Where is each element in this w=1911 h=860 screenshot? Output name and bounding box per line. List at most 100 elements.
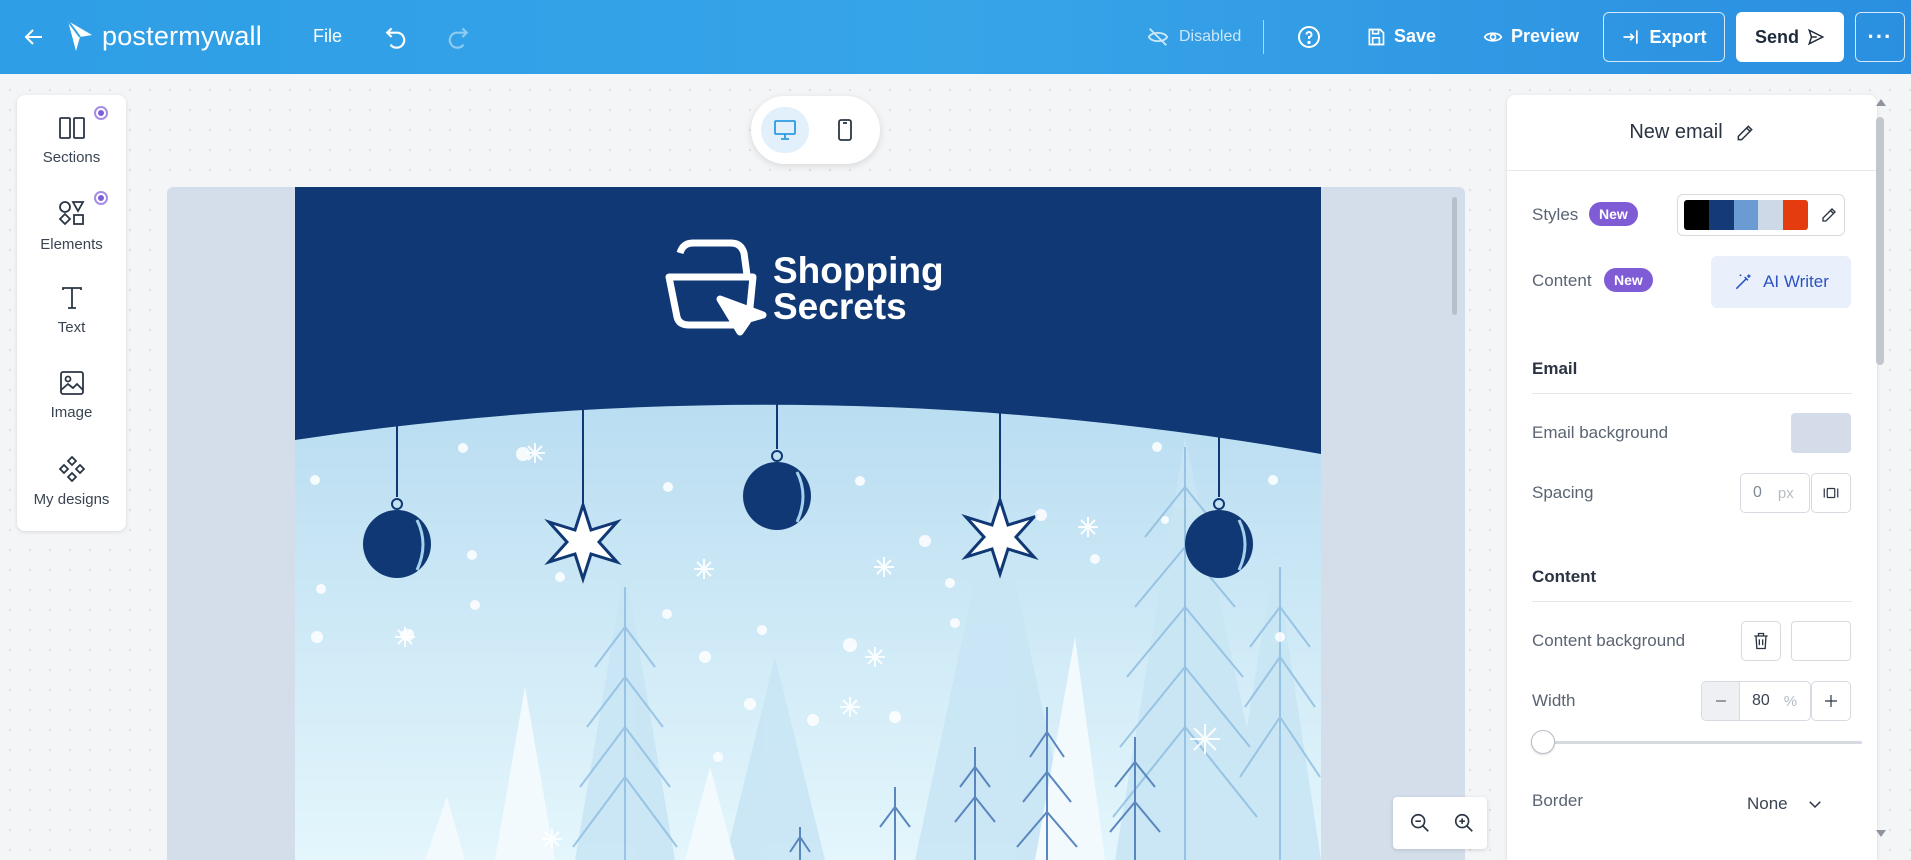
brand-line-1: Shopping [773,250,944,291]
redo-icon [448,27,469,49]
tool-label: Sections [42,149,101,166]
logo-text: postermywall [102,20,262,51]
panel-scrollbar[interactable] [1874,95,1886,860]
email-preview[interactable]: Shopping Secrets [295,187,1321,860]
swatch-orange[interactable] [1783,200,1808,230]
tool-text[interactable]: Text [17,285,126,355]
style-swatches[interactable] [1677,194,1845,236]
back-button[interactable] [22,25,46,49]
logo-mark-icon [67,20,92,51]
email-title[interactable]: New email [1629,121,1722,144]
preview-button[interactable]: Preview [1483,26,1579,47]
tool-label: Image [50,404,93,421]
zoom-in-button[interactable] [1453,812,1475,834]
width-label: Width [1532,691,1576,710]
undo-icon [385,27,406,49]
width-slider-track[interactable] [1547,741,1862,744]
pencil-icon [1822,208,1836,222]
canvas-scrollbar-thumb[interactable] [1452,197,1457,315]
swatch-blue[interactable] [1733,200,1759,230]
top-header: postermywall File Disabled Save Preview … [0,0,1911,74]
panel-header: New email [1507,95,1877,171]
canvas-scrollbar[interactable] [1450,191,1458,851]
save-label: Save [1394,26,1437,46]
elements-icon [58,201,85,226]
send-icon [1807,28,1825,46]
width-value[interactable]: 80 [1752,692,1770,710]
width-input[interactable]: 80 % [1701,681,1811,721]
styles-label: Styles [1532,205,1579,224]
publish-status[interactable]: Disabled [1147,26,1241,48]
desktop-view-button[interactable] [761,107,809,153]
export-label: Export [1649,26,1707,47]
email-background-color-picker[interactable] [1791,413,1851,453]
chevron-down-icon [1808,801,1821,809]
ai-writer-label: AI Writer [1763,272,1829,291]
edit-styles-button[interactable] [1820,206,1838,224]
width-slider-handle[interactable] [1531,730,1555,754]
my-designs-icon [58,455,85,483]
mobile-icon [838,119,852,141]
trash-icon [1754,632,1768,650]
content-label: Content [1532,271,1592,290]
redo-button[interactable] [444,24,470,50]
send-button[interactable]: Send [1736,12,1844,62]
email-canvas[interactable]: Shopping Secrets [167,187,1465,860]
help-icon [1298,26,1320,48]
tool-label: Text [57,319,86,336]
help-button[interactable] [1297,25,1321,49]
delete-background-button[interactable] [1741,621,1781,661]
mobile-view-button[interactable] [821,107,869,153]
zoom-controls [1393,797,1487,849]
tool-my-designs[interactable]: My designs [17,455,126,525]
ai-writer-button[interactable]: AI Writer [1711,256,1851,308]
eye-off-icon [1147,28,1169,46]
properties-panel: New email Styles New Content New AI Writ… [1507,95,1877,860]
preview-label: Preview [1511,26,1580,46]
width-increment-button[interactable] [1811,681,1851,721]
content-background-label: Content background [1532,631,1686,650]
swatch-navy[interactable] [1708,200,1734,230]
undo-button[interactable] [384,24,410,50]
tool-elements[interactable]: Elements [17,200,126,270]
spacing-individual-button[interactable] [1811,473,1851,513]
zoom-in-icon [1454,813,1473,832]
width-unit: % [1783,692,1798,710]
border-value: None [1747,794,1788,813]
zoom-out-button[interactable] [1409,812,1431,834]
save-button[interactable]: Save [1366,26,1436,47]
spacing-value[interactable]: 0 [1753,484,1762,502]
plus-icon [1825,695,1837,707]
minus-icon [1715,700,1726,702]
arrow-left-icon [24,29,42,45]
new-badge: New [1604,268,1653,292]
spacing-label: Spacing [1532,483,1594,502]
device-toggle [751,96,880,164]
eye-icon [1483,31,1503,42]
scroll-up-arrow-icon[interactable] [1876,99,1886,106]
border-dropdown[interactable]: None [1747,789,1847,819]
tool-image[interactable]: Image [17,370,126,440]
magic-wand-icon [1735,274,1751,290]
content-background-color-picker[interactable] [1791,621,1851,661]
tool-sections[interactable]: Sections [17,115,126,185]
scroll-down-arrow-icon[interactable] [1876,830,1886,837]
swatch-light-blue[interactable] [1758,200,1784,230]
spacing-unit: px [1777,484,1794,502]
spacing-input[interactable]: 0 px [1740,473,1810,513]
email-section-header: Email [1532,359,1852,394]
status-label: Disabled [1179,28,1242,45]
pencil-icon[interactable] [1735,123,1755,143]
zoom-out-icon [1410,813,1429,832]
swatch-black[interactable] [1684,200,1709,230]
header-divider [1263,20,1264,54]
width-decrement-button[interactable] [1702,682,1740,720]
postermywall-logo[interactable]: postermywall [66,19,262,53]
more-options-button[interactable]: ··· [1855,12,1905,62]
file-menu-button[interactable]: File [313,26,342,47]
export-button[interactable]: Export [1603,12,1725,62]
email-illustration: Shopping Secrets [295,187,1321,860]
panel-scrollbar-thumb[interactable] [1876,117,1884,365]
sections-icon [58,117,85,139]
content-section-header: Content [1532,567,1852,602]
